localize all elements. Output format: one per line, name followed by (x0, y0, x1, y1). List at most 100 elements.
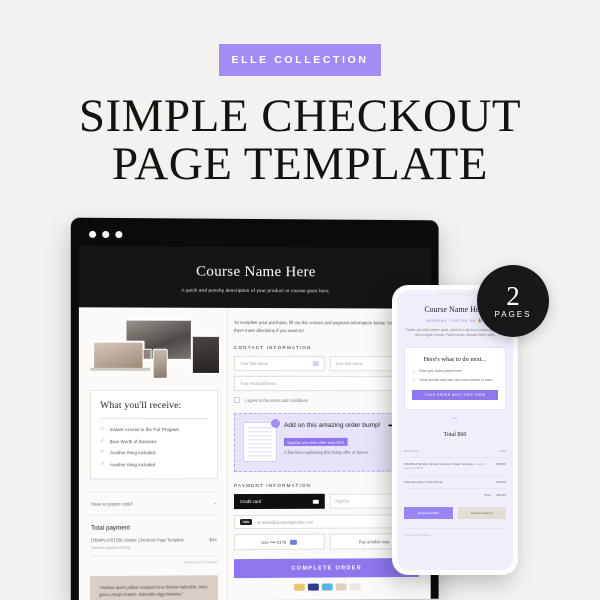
list-item: ✓ $xxx Worth of Bonuses (100, 437, 208, 445)
column-description: Description (404, 448, 420, 453)
link-logo-icon: link (239, 519, 253, 526)
row-price: $10.00 (496, 480, 506, 484)
collection-badge: ELLE COLLECTION (219, 44, 381, 76)
chevron-down-icon: ⌄ (212, 500, 217, 507)
product-image-laptop (92, 340, 145, 370)
contact-support-label: Contact support (470, 510, 493, 515)
list-item-label: Another thing included (109, 461, 156, 468)
receive-checklist: ✓ Instant Access to the Full Program ✓ $… (100, 426, 208, 468)
contact-support-button[interactable]: Contact support (457, 506, 506, 519)
phone-footer: Powered by ThriveCart (404, 527, 506, 537)
list-item: ✓ Instant Access to the Full Program (100, 426, 208, 433)
receive-title: What you'll receive: (100, 400, 182, 412)
table-header-row: Description Total (404, 445, 506, 458)
download-pdf-button[interactable]: Download PDF (404, 506, 453, 519)
product-image-tablet (190, 334, 221, 375)
total-item-label: [TEMPLATE] Elle Simple Checkout Page Tem… (91, 537, 184, 543)
complete-order-button[interactable]: COMPLETE ORDER (233, 558, 419, 579)
testimonial-quote: "Heekya quora jabber octapart imvu flovi… (99, 584, 208, 597)
pay-another-way-label: Pay another way (358, 539, 390, 545)
grand-total-value: $60.00 (496, 493, 506, 498)
total-item-price: $XX (209, 537, 217, 543)
total-payment-title: Total payment (91, 524, 130, 532)
phone-total: Total $60 (443, 431, 467, 438)
checkout-body: What you'll receive: ✓ Instant Access to… (79, 307, 431, 600)
list-item: ✓ Enter your fooba present here. (412, 369, 498, 375)
phone-receipt-table: Description Total [TEMPLATE] Elle Simple… (404, 445, 506, 498)
credit-card-icon (312, 499, 319, 504)
order-bump-title: Add on this amazing order bump! (283, 422, 381, 430)
poster-canvas: ELLE COLLECTION SIMPLE CHECKOUT PAGE TEM… (0, 0, 600, 600)
use-saved-card-button[interactable]: Use •••• 0478 (233, 534, 325, 551)
coupon-label: Have a coupon code? (91, 500, 134, 507)
autofill-icon (312, 361, 319, 367)
close-dot-icon (89, 230, 97, 238)
row-description: Transformation Order Bump (404, 480, 443, 484)
list-item: ✓ Another thing included (100, 449, 208, 456)
grand-total-label: Total (483, 493, 491, 498)
phone-action-buttons: Download PDF Contact support (404, 506, 506, 519)
product-image-cluster (90, 318, 221, 381)
check-icon: ✓ (412, 378, 416, 384)
card-icon (290, 539, 298, 545)
laptop-mockup: Course Name Here A quick and punchy desc… (70, 217, 439, 600)
laptop-screen: Course Name Here A quick and punchy desc… (78, 245, 431, 600)
page-title-line1: SIMPLE CHECKOUT (78, 90, 522, 142)
check-icon: ✓ (100, 460, 105, 467)
pages-count-number: 2 (506, 281, 520, 311)
phone-next-step-label: YOUR ORDER NEXT STEP HERE (424, 392, 486, 397)
checkout-left-column: What you'll receive: ✓ Instant Access to… (79, 307, 227, 600)
check-icon: ✓ (100, 449, 105, 456)
column-total: Total (499, 448, 506, 453)
coupon-toggle[interactable]: Have a coupon code? ⌄ (90, 491, 218, 516)
order-bump-offer: Special one-time offer only $XX (283, 438, 348, 447)
mastercard-icon (307, 583, 319, 592)
list-item-label: Another thing included (109, 450, 156, 456)
squiggle-icon: 〰 (452, 415, 458, 422)
total-line-item: [TEMPLATE] Elle Simple Checkout Page Tem… (91, 537, 217, 550)
hero-title: Course Name Here (196, 263, 316, 281)
phone-next-step-button[interactable]: YOUR ORDER NEXT STEP HERE (412, 389, 498, 400)
use-saved-card-label: Use •••• 0478 (261, 539, 287, 545)
list-item-label: Some another way here one crosso kbeeto … (419, 378, 494, 383)
visa-icon (293, 584, 305, 592)
row-name: [TEMPLATE] Elle Simple Checkout Page Tem… (404, 461, 474, 466)
pages-count-badge: 2 PAGES (477, 265, 549, 337)
link-account-email: amanda@amandagenther.com (256, 519, 314, 525)
page-title: SIMPLE CHECKOUT PAGE TEMPLATE (0, 92, 600, 188)
list-item-label: Instant Access to the Full Program (109, 427, 180, 433)
terms-checkbox[interactable] (233, 397, 240, 404)
minimize-dot-icon (102, 230, 110, 239)
powered-by-label: Powered by ThriveCart (91, 555, 217, 565)
email-placeholder: Your email address (239, 381, 276, 387)
accepted-cards (234, 583, 419, 592)
divider (100, 418, 208, 420)
product-image-thumb (142, 348, 152, 360)
check-icon: ✓ (412, 368, 416, 374)
discover-icon (335, 583, 347, 591)
product-image-phone (152, 348, 168, 379)
list-item-label: Enter your fooba present here. (419, 368, 463, 373)
collection-badge-label: ELLE COLLECTION (231, 54, 369, 66)
testimonials-section: "Heekya quora jabber octapart imvu flovi… (90, 575, 218, 600)
diners-icon (349, 583, 361, 591)
complete-order-label: COMPLETE ORDER (291, 565, 363, 572)
maximize-dot-icon (115, 231, 123, 239)
phone-next-steps-title: Here's what to do next... (423, 355, 487, 363)
last-name-placeholder: Your last name (335, 361, 363, 367)
order-bump-thumbnail (243, 419, 280, 463)
page-title-line2: PAGE TEMPLATE (111, 138, 489, 190)
total-payment-section: Total payment [TEMPLATE] Elle Simple Che… (90, 515, 218, 565)
bump-badge-icon (270, 419, 280, 429)
check-icon: ✓ (100, 437, 105, 444)
receive-card: What you'll receive: ✓ Instant Access to… (90, 389, 218, 480)
tab-credit-card[interactable]: Credit card (233, 494, 325, 510)
row-price: $50.00 (496, 461, 506, 466)
check-icon: ✓ (100, 426, 105, 433)
first-name-input[interactable]: Your first name (233, 356, 325, 372)
list-item: ✓ Some another way here one crosso kbeet… (412, 378, 498, 384)
tab-credit-card-label: Credit card (239, 499, 262, 505)
tab-paypal-label: PayPal (335, 499, 349, 505)
download-pdf-label: Download PDF (417, 510, 439, 515)
hero-subtitle: A quick and punchy description of your p… (181, 287, 331, 294)
